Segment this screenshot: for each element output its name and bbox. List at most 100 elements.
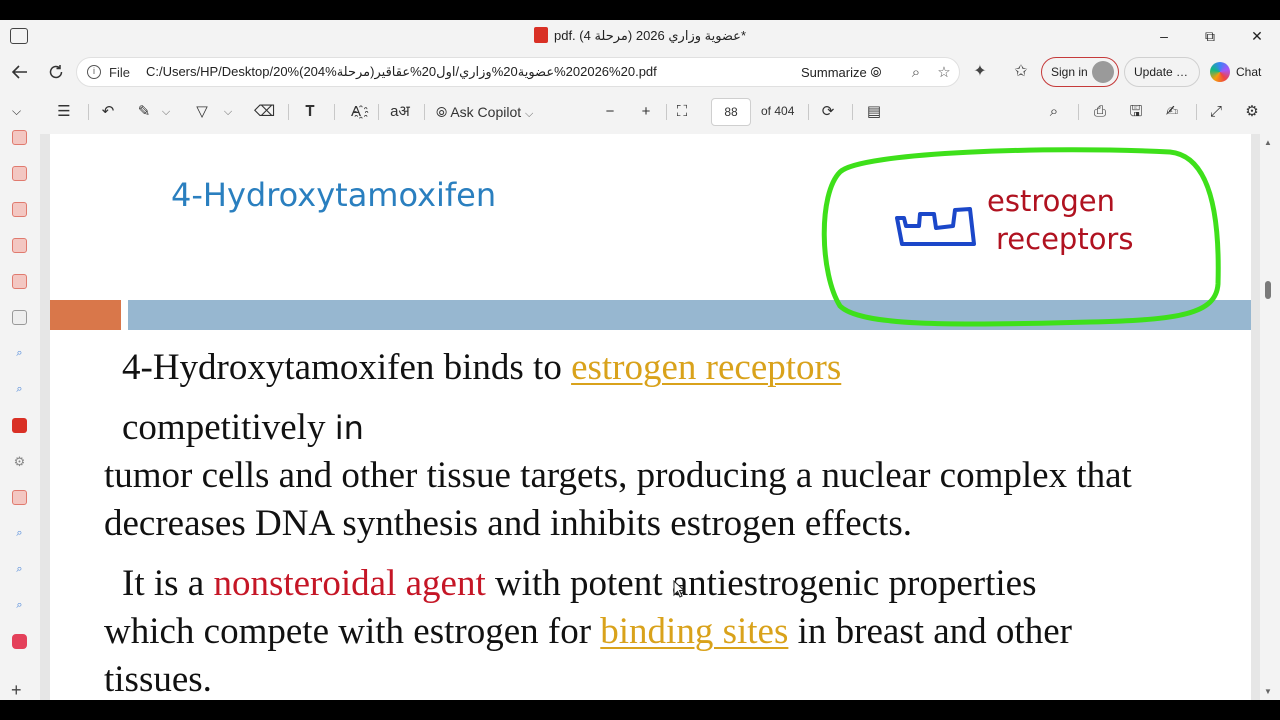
zoom-out-icon[interactable]: − bbox=[600, 102, 620, 122]
pdf-file-icon bbox=[533, 27, 548, 43]
sidebar-tab-youtube-icon[interactable] bbox=[12, 634, 27, 649]
receptor-shape-drawing bbox=[895, 207, 976, 246]
sidebar: ⌵ ⌕ ⌕ ⚙ ⌕ ⌕ ⌕ + bbox=[0, 96, 40, 700]
sidebar-tab-search-icon[interactable]: ⌕ bbox=[12, 346, 27, 361]
add-text-icon[interactable]: 𝐓 bbox=[300, 102, 320, 122]
new-tab-plus-icon[interactable]: + bbox=[11, 680, 22, 700]
refresh-button[interactable] bbox=[44, 60, 68, 84]
toolbar-divider bbox=[852, 104, 853, 120]
sidebar-tab-pdf-icon[interactable] bbox=[12, 274, 27, 289]
title-bar: pdf. (4 عضوية وزاري 2026 (مرحلة* – ⧉ ✕ bbox=[0, 20, 1280, 52]
save-icon[interactable]: 🖫 bbox=[1126, 102, 1146, 122]
sidebar-tab-active-pdf-icon[interactable] bbox=[12, 418, 27, 433]
back-arrow-icon bbox=[11, 65, 27, 79]
scrollbar-thumb[interactable] bbox=[1265, 281, 1271, 299]
zoom-icon[interactable]: ⌕ bbox=[907, 64, 925, 82]
url-text[interactable]: C:/Users/HP/Desktop/20%(204%مرحلة)20%202… bbox=[146, 64, 706, 80]
sidebar-tab-pdf-icon[interactable] bbox=[12, 202, 27, 217]
sign-in-label: Sign in bbox=[1051, 65, 1088, 79]
body-line-3: tumor cells and other tissue targets, pr… bbox=[104, 455, 1132, 496]
nonsteroidal-highlight: nonsteroidal agent bbox=[213, 563, 486, 604]
address-bar[interactable]: i File C:/Users/HP/Desktop/20%(204%مرحلة… bbox=[76, 57, 960, 87]
sidebar-tab-pdf-icon[interactable] bbox=[12, 238, 27, 253]
summarize-button[interactable]: Summarize ⦾ bbox=[801, 64, 882, 81]
eraser-icon[interactable]: ⌫ bbox=[254, 102, 275, 122]
translate-icon[interactable]: aअ bbox=[388, 102, 412, 122]
page-number-input[interactable]: 88 bbox=[711, 98, 751, 126]
body-text: which compete with estrogen for bbox=[104, 611, 601, 652]
scroll-down-icon[interactable]: ▼ bbox=[1264, 687, 1272, 696]
contents-list-icon[interactable]: ☰ bbox=[54, 102, 74, 122]
print-icon[interactable]: ⎙ bbox=[1090, 102, 1110, 122]
binding-sites-highlight: binding sites bbox=[600, 611, 789, 652]
vertical-scrollbar[interactable]: ▲ ▼ bbox=[1260, 134, 1280, 700]
favorites-icon[interactable]: ✩ bbox=[1011, 62, 1031, 82]
window-title-wrap: pdf. (4 عضوية وزاري 2026 (مرحلة* bbox=[0, 20, 1280, 52]
body-text: in breast and other bbox=[788, 611, 1072, 652]
refresh-icon bbox=[49, 65, 63, 79]
save-as-icon[interactable]: ✍ bbox=[1162, 102, 1182, 122]
ask-copilot-button[interactable]: ⦾ Ask Copilot ⌵ bbox=[436, 102, 566, 122]
toolbar-divider bbox=[378, 104, 379, 120]
sidebar-tab-search-icon[interactable]: ⌕ bbox=[12, 598, 27, 613]
summarize-label: Summarize bbox=[801, 65, 867, 80]
highlight-icon[interactable]: ✎ bbox=[134, 102, 154, 122]
body-line-2: competitively in bbox=[122, 406, 364, 449]
more-icon: … bbox=[1176, 65, 1189, 79]
body-line-7: tissues. bbox=[104, 659, 212, 700]
handwritten-annotation: estrogen receptors bbox=[987, 182, 1133, 258]
chevron-down-icon[interactable]: ⌵ bbox=[160, 102, 172, 122]
chat-label: Chat bbox=[1236, 65, 1262, 79]
toolbar-divider bbox=[808, 104, 809, 120]
toolbar-divider bbox=[1196, 104, 1197, 120]
toolbar-divider bbox=[424, 104, 425, 120]
sidebar-tab-search-icon[interactable]: ⌕ bbox=[12, 382, 27, 397]
chevron-down-icon[interactable]: ⌵ bbox=[12, 104, 21, 119]
body-text: with potent antiestrogenic properties bbox=[485, 563, 1037, 604]
restore-button[interactable]: ⧉ bbox=[1187, 20, 1233, 52]
pdf-page: 4-Hydroxytamoxifen estrogen receptors 4-… bbox=[50, 134, 1251, 700]
sidebar-tab-search-icon[interactable]: ⌕ bbox=[12, 526, 27, 541]
page-total-label: of 404 bbox=[761, 104, 795, 118]
copilot-icon bbox=[1210, 62, 1230, 82]
update-button[interactable]: Update … bbox=[1124, 57, 1200, 87]
settings-gear-icon[interactable]: ⚙ bbox=[1242, 102, 1262, 122]
extensions-icon[interactable]: ✦ bbox=[970, 62, 990, 82]
fullscreen-icon[interactable]: ⤢ bbox=[1206, 102, 1226, 122]
back-button[interactable] bbox=[8, 60, 32, 84]
sidebar-tab-page-icon[interactable] bbox=[12, 310, 27, 325]
sidebar-tab-search-icon[interactable]: ⌕ bbox=[12, 562, 27, 577]
search-icon[interactable]: ⌕ bbox=[1044, 102, 1064, 122]
scroll-up-icon[interactable]: ▲ bbox=[1264, 138, 1272, 147]
undo-icon[interactable]: ↶ bbox=[98, 102, 118, 122]
sidebar-tab-pdf-icon[interactable] bbox=[12, 490, 27, 505]
read-aloud-icon[interactable]: A҈ bbox=[344, 102, 368, 122]
body-line-1: 4-Hydroxytamoxifen binds to estrogen rec… bbox=[122, 346, 841, 389]
close-button[interactable]: ✕ bbox=[1234, 20, 1280, 52]
sidebar-tab-pdf-icon[interactable] bbox=[12, 166, 27, 181]
page-view-icon[interactable]: ▤ bbox=[864, 102, 884, 122]
document-viewport[interactable]: 4-Hydroxytamoxifen estrogen receptors 4-… bbox=[40, 134, 1260, 700]
window-title: pdf. (4 عضوية وزاري 2026 (مرحلة* bbox=[553, 28, 747, 43]
annotation-line: receptors bbox=[996, 222, 1134, 256]
sidebar-tab-settings-icon[interactable]: ⚙ bbox=[12, 454, 27, 469]
info-icon[interactable]: i bbox=[87, 65, 101, 79]
copilot-icon: ⦾ bbox=[436, 104, 448, 120]
chevron-down-icon[interactable]: ⌵ bbox=[222, 102, 234, 122]
favorite-star-icon[interactable]: ☆ bbox=[935, 64, 953, 82]
sidebar-tab-pdf-icon[interactable] bbox=[12, 130, 27, 145]
fit-page-icon[interactable]: ⛶ bbox=[672, 102, 692, 122]
pdf-toolbar: ☰ ↶ ✎ ⌵ ▽ ⌵ ⌫ 𝐓 A҈ aअ ⦾ Ask Copilot ⌵ − … bbox=[40, 96, 1280, 128]
body-text: competitively bbox=[122, 407, 326, 448]
browser-window: pdf. (4 عضوية وزاري 2026 (مرحلة* – ⧉ ✕ i… bbox=[0, 20, 1280, 700]
body-line-4: decreases DNA synthesis and inhibits est… bbox=[104, 503, 912, 544]
ask-copilot-label: Ask Copilot bbox=[450, 104, 522, 120]
annotation-line: estrogen bbox=[987, 184, 1115, 218]
sign-in-button[interactable]: Sign in bbox=[1041, 57, 1119, 87]
draw-icon[interactable]: ▽ bbox=[192, 102, 212, 122]
rotate-icon[interactable]: ⟳ bbox=[818, 102, 838, 122]
zoom-in-icon[interactable]: + bbox=[636, 102, 656, 122]
copilot-chat-button[interactable]: Chat bbox=[1210, 62, 1261, 82]
minimize-button[interactable]: – bbox=[1141, 20, 1187, 52]
avatar bbox=[1092, 61, 1114, 83]
